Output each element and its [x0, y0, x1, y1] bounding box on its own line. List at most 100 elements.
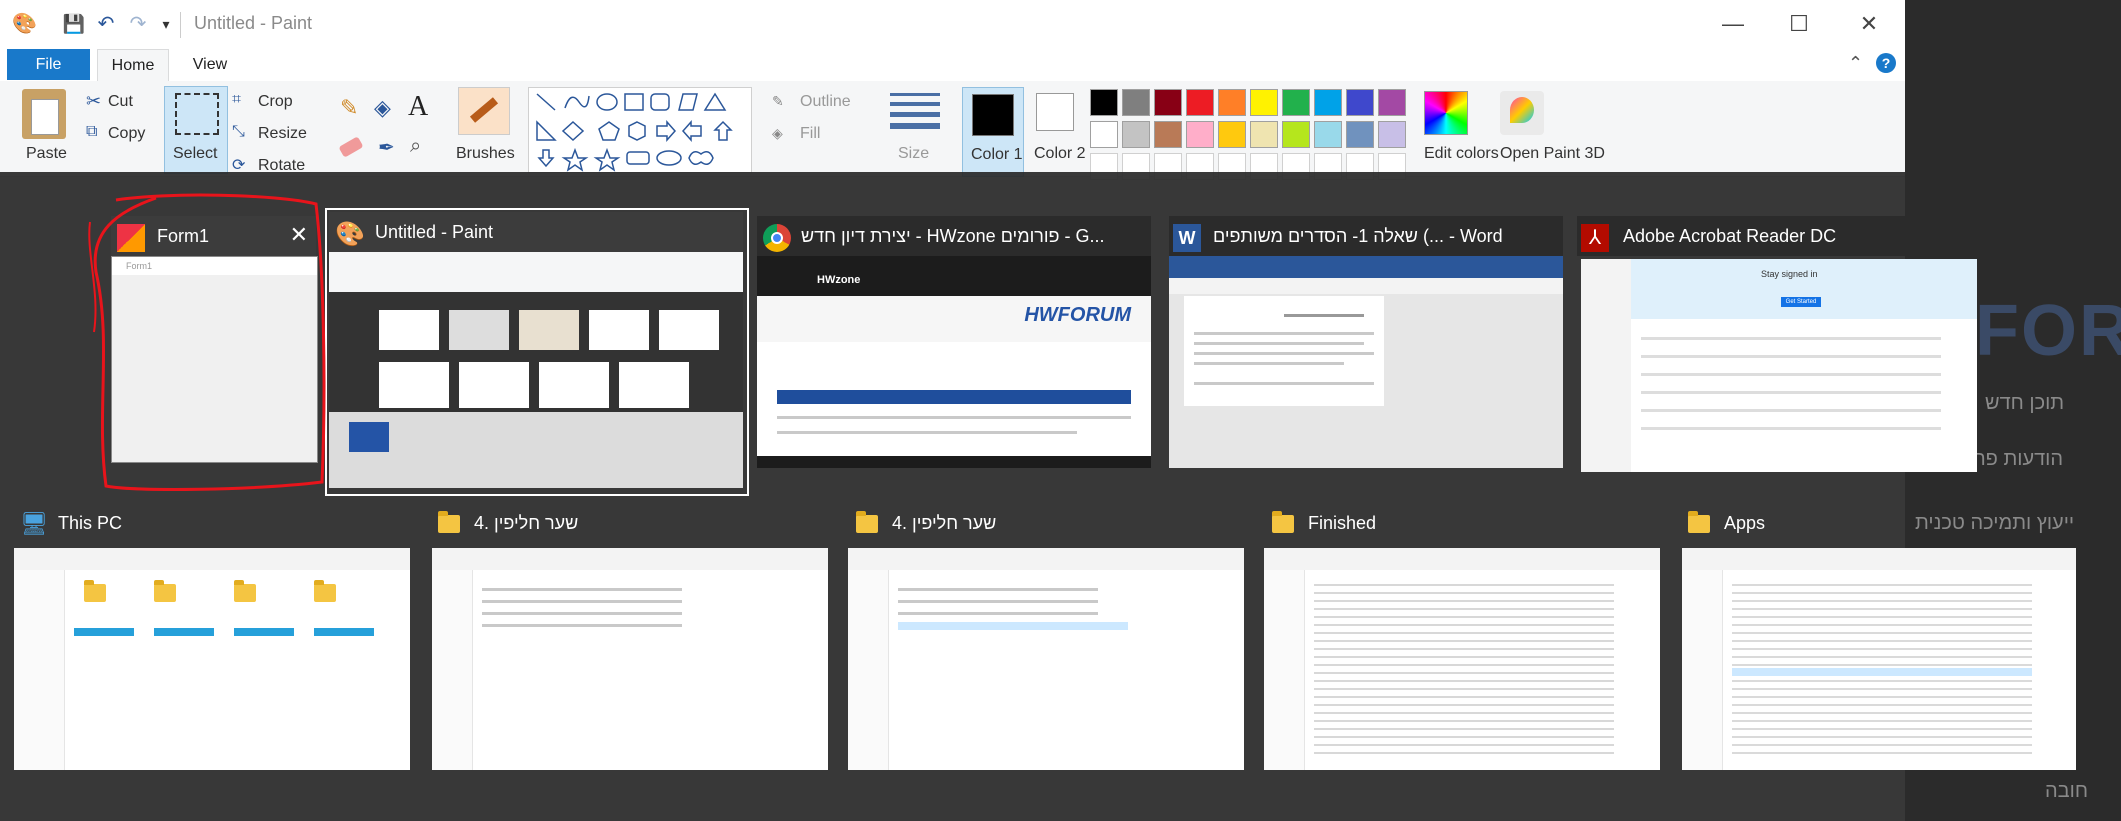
palette-swatch[interactable]: [1122, 121, 1150, 148]
taskview-card-chrome[interactable]: יצירת דיון חדש - HWzone פורומים - G...: [757, 216, 1151, 256]
brushes-button[interactable]: Brushes: [456, 145, 515, 163]
taskview-card-thispc[interactable]: 🖥 This PC: [14, 503, 410, 543]
palette-swatch[interactable]: [1250, 89, 1278, 116]
shapes-gallery[interactable]: [528, 87, 752, 173]
fill-button[interactable]: Fill: [800, 125, 820, 143]
magnifier-icon[interactable]: ⌕: [410, 135, 421, 158]
color1-button[interactable]: Color 1: [962, 87, 1024, 177]
fill-bucket-icon[interactable]: ◈: [374, 95, 391, 121]
taskview-card-word[interactable]: W שאלה 1- הסדרים משותפים (... - Word: [1169, 216, 1563, 256]
finished-thumbnail[interactable]: [1264, 548, 1660, 770]
title-bar: 🎨 💾 ↶ ↷ ▾ Untitled - Paint — ☐ ✕: [0, 0, 1905, 50]
taskview-card-paint[interactable]: 🎨 Untitled - Paint: [329, 212, 743, 252]
outline-button[interactable]: Outline: [800, 93, 851, 111]
palette-swatch[interactable]: [1090, 89, 1118, 116]
tab-view[interactable]: View: [180, 49, 240, 80]
folder2-thumbnail[interactable]: [848, 548, 1244, 770]
palette-swatch[interactable]: [1122, 89, 1150, 116]
palette-swatch[interactable]: [1090, 121, 1118, 148]
taskview-card-folder1[interactable]: 4. שער חליפין: [430, 503, 826, 543]
card-title: Apps: [1724, 513, 1766, 533]
palette-swatch[interactable]: [1186, 121, 1214, 148]
size-button[interactable]: Size: [898, 145, 929, 163]
crop-button[interactable]: Crop: [258, 93, 293, 111]
mini-ribbon: [329, 252, 743, 292]
paint-app-icon[interactable]: 🎨: [12, 12, 37, 36]
collapse-ribbon-icon[interactable]: ⌃: [1848, 53, 1863, 74]
copy-button[interactable]: Copy: [108, 125, 145, 143]
size-icon: [890, 93, 940, 129]
palette-swatch[interactable]: [1186, 89, 1214, 116]
palette-swatch[interactable]: [1154, 121, 1182, 148]
paint-app-icon: 🎨: [335, 221, 365, 248]
bg-text: הודעות פר: [1975, 448, 2064, 470]
copy-icon: ⧉: [86, 123, 98, 140]
get-started-button: Get Started: [1781, 297, 1821, 307]
customize-qat-icon[interactable]: ▾: [154, 12, 178, 36]
pencil-icon[interactable]: ✎: [340, 95, 358, 121]
resize-button[interactable]: Resize: [258, 125, 307, 143]
palette-swatch[interactable]: [1314, 89, 1342, 116]
thispc-thumbnail[interactable]: [14, 548, 410, 770]
edit-colors-button[interactable]: Edit colors: [1424, 145, 1499, 163]
crop-icon: ⌗: [232, 91, 242, 108]
apps-thumbnail[interactable]: [1682, 548, 2076, 770]
forum-logo: FORU: [1975, 291, 2121, 371]
text-tool-icon[interactable]: A: [408, 91, 428, 123]
paste-icon[interactable]: [22, 89, 66, 139]
palette-swatch[interactable]: [1282, 121, 1310, 148]
card-title: This PC: [58, 513, 123, 533]
paint3d-icon[interactable]: [1500, 91, 1544, 135]
folder-icon: [1272, 511, 1294, 533]
brushes-icon[interactable]: [458, 87, 510, 135]
card-title: Finished: [1308, 513, 1377, 533]
palette-swatch[interactable]: [1250, 121, 1278, 148]
maximize-button[interactable]: ☐: [1776, 8, 1822, 40]
word-thumbnail[interactable]: [1169, 256, 1563, 468]
cut-icon: ✂: [86, 91, 102, 111]
palette-swatch[interactable]: [1346, 121, 1374, 148]
ribbon-tabs: File Home View ⌃ ?: [0, 49, 1905, 81]
acrobat-thumbnail[interactable]: Stay signed in Get Started: [1581, 259, 1977, 472]
palette-swatch[interactable]: [1218, 89, 1246, 116]
taskview-card-finished[interactable]: Finished: [1264, 503, 1660, 543]
forum-banner: HWFORUM: [757, 296, 1151, 342]
palette-swatch[interactable]: [1282, 89, 1310, 116]
red-annotation-scribble: [88, 193, 326, 491]
tab-file[interactable]: File: [7, 49, 90, 80]
palette-swatch[interactable]: [1378, 89, 1406, 116]
help-button[interactable]: ?: [1876, 53, 1896, 73]
close-button[interactable]: ✕: [1846, 8, 1892, 40]
blue-bar: [777, 390, 1131, 404]
edit-colors-icon[interactable]: [1424, 91, 1468, 135]
ribbon: Paste ✂ Cut ⧉ Copy Select ⌗ Crop ⤡ Resiz…: [0, 81, 1905, 180]
color2-swatch[interactable]: [1036, 93, 1074, 131]
chrome-thumbnail[interactable]: HWzone HWFORUM: [757, 256, 1151, 468]
paint-thumbnail[interactable]: [329, 252, 743, 488]
taskview-card-apps[interactable]: Apps: [1680, 503, 2076, 543]
hwzone-header: HWzone: [757, 256, 1151, 296]
redo-icon[interactable]: ↷: [126, 12, 150, 36]
paste-button[interactable]: Paste: [26, 145, 67, 163]
palette-swatch[interactable]: [1154, 89, 1182, 116]
cut-button[interactable]: Cut: [108, 93, 133, 111]
folder1-thumbnail[interactable]: [432, 548, 828, 770]
tab-home[interactable]: Home: [97, 49, 169, 81]
save-icon[interactable]: 💾: [62, 12, 86, 36]
fill-icon: ◈: [772, 125, 783, 141]
palette-swatch[interactable]: [1314, 121, 1342, 148]
undo-icon[interactable]: ↶: [94, 12, 118, 36]
color-picker-icon[interactable]: ✒: [378, 135, 395, 160]
bg-text: חובה: [2045, 780, 2088, 802]
color2-button[interactable]: Color 2: [1034, 145, 1086, 163]
minimize-button[interactable]: —: [1710, 8, 1756, 40]
palette-swatch[interactable]: [1218, 121, 1246, 148]
palette-swatch[interactable]: [1346, 89, 1374, 116]
word-page: [1184, 296, 1384, 406]
taskview-card-acrobat[interactable]: ⅄ Adobe Acrobat Reader DC: [1577, 216, 1977, 256]
open-paint3d-button[interactable]: Open Paint 3D: [1500, 145, 1605, 163]
taskview-card-folder2[interactable]: 4. שער חליפין: [848, 503, 1244, 543]
palette-swatch[interactable]: [1378, 121, 1406, 148]
eraser-icon[interactable]: [338, 136, 364, 158]
select-button[interactable]: Select: [164, 86, 228, 174]
